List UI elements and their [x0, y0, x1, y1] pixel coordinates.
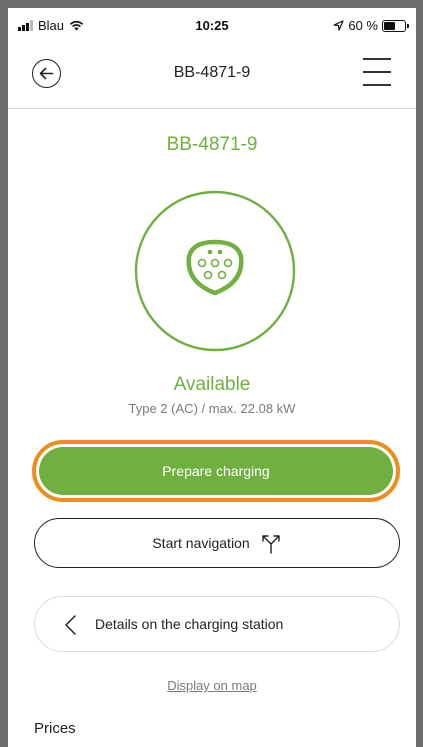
charging-station-details-button[interactable]: Details on the charging station: [34, 596, 400, 652]
route-icon: [261, 535, 280, 554]
hamburger-menu-icon: [363, 58, 391, 60]
location-arrow-icon: [333, 20, 344, 31]
connector-type-info: Type 2 (AC) / max. 22.08 kW: [128, 401, 296, 416]
availability-status: Available: [173, 374, 251, 395]
display-on-map-link[interactable]: Display on map: [8, 678, 416, 693]
status-bar: Blau 10:25 60 %: [8, 8, 416, 42]
prepare-charging-button[interactable]: Prepare charging: [39, 447, 393, 495]
battery-percent: 60 %: [348, 18, 378, 33]
type2-connector-icon: [134, 190, 296, 352]
details-label: Details on the charging station: [95, 616, 284, 632]
battery-icon: [382, 19, 409, 32]
start-navigation-button[interactable]: Start navigation: [34, 518, 400, 568]
battery-fill: [384, 21, 395, 30]
start-navigation-label: Start navigation: [152, 535, 250, 551]
header-title: BB-4871-9: [173, 64, 251, 81]
prepare-charging-highlight: Prepare charging: [32, 440, 400, 502]
status-bar-right: 60 %: [333, 18, 409, 33]
app-header: BB-4871-9: [8, 42, 416, 109]
chevron-left-icon: [65, 615, 76, 635]
station-title: BB-4871-9: [166, 134, 258, 155]
prices-heading: Prices: [34, 720, 76, 737]
menu-button[interactable]: [363, 56, 391, 88]
app-screen: Blau 10:25 60 % BB-4871-9 BB-4871-9 Avai…: [8, 8, 416, 747]
